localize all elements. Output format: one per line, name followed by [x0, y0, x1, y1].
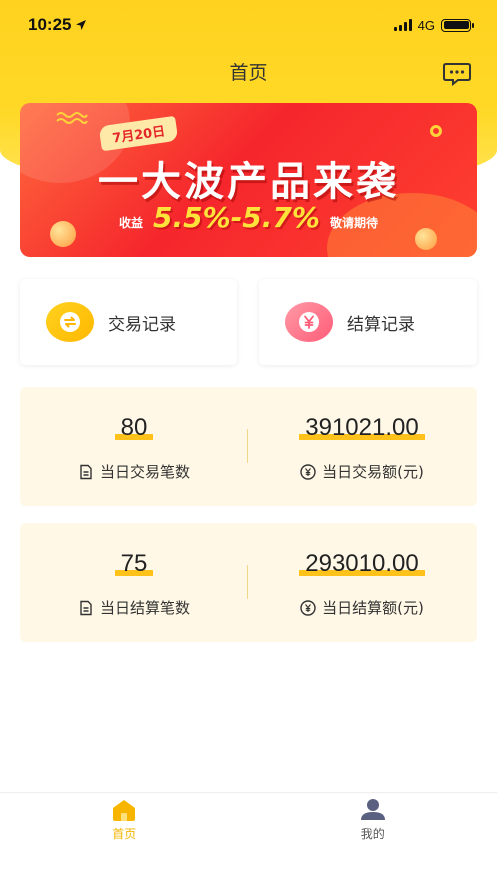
status-time: 10:25 [28, 15, 72, 34]
home-icon [113, 800, 136, 821]
banner-rate: 5.5%-5.7% [153, 201, 320, 234]
settlement-stats-panel: 75 当日结算笔数 293010.00 当日结算额(元) [20, 523, 477, 642]
network-type: 4G [417, 17, 435, 33]
banner-ring-decoration [430, 125, 442, 137]
yen-circle-icon [300, 599, 316, 616]
settlement-records-card[interactable]: 结算记录 [259, 279, 477, 365]
stat-caption: 当日交易额(元) [322, 463, 424, 481]
banner-stay-tuned: 敬请期待 [329, 216, 378, 230]
battery-icon [441, 18, 474, 32]
tab-me[interactable]: 我的 [249, 793, 497, 848]
transaction-records-label: 交易记录 [108, 314, 176, 335]
daily-transaction-amount: 391021.00 当日交易额(元) [248, 387, 476, 506]
promo-banner[interactable]: 7月20日 一大波产品来袭 收益 5.5%-5.7% 敬请期待 [20, 103, 477, 257]
tab-home[interactable]: 首页 [0, 793, 249, 848]
stat-value: 391021.00 [299, 414, 425, 442]
tab-me-label: 我的 [360, 827, 385, 841]
stat-caption: 当日交易笔数 [99, 463, 190, 481]
transaction-records-card[interactable]: 交易记录 [20, 279, 237, 365]
stat-value: 293010.00 [299, 550, 425, 578]
user-icon [360, 799, 385, 820]
banner-subline: 收益 5.5%-5.7% 敬请期待 [20, 201, 477, 234]
wave-decoration [56, 112, 88, 124]
document-icon [80, 464, 92, 479]
daily-transaction-count: 80 当日交易笔数 [20, 387, 248, 506]
page-title: 首页 [229, 62, 268, 84]
stat-value: 80 [114, 414, 154, 442]
exchange-icon [46, 302, 94, 342]
status-indicators: 4G [393, 17, 474, 33]
stat-value: 75 [114, 550, 154, 578]
stat-caption: 当日结算额(元) [322, 599, 424, 617]
document-icon [80, 600, 92, 615]
tab-home-label: 首页 [112, 827, 137, 841]
status-bar: 10:25 4G [0, 0, 497, 50]
settlement-records-label: 结算记录 [347, 314, 415, 335]
stat-caption: 当日结算笔数 [99, 599, 190, 617]
yen-icon [285, 302, 333, 342]
signal-icon [393, 19, 412, 31]
daily-settlement-count: 75 当日结算笔数 [20, 523, 248, 642]
yen-circle-icon [300, 463, 316, 480]
banner-headline: 一大波产品来袭 [98, 159, 399, 205]
bottom-tab-bar: 首页 我的 [0, 792, 497, 848]
daily-settlement-amount: 293010.00 当日结算额(元) [248, 523, 476, 642]
banner-yield-label: 收益 [119, 216, 144, 230]
location-arrow-icon [76, 20, 87, 30]
status-time-group: 10:25 [28, 15, 87, 35]
transaction-stats-panel: 80 当日交易笔数 391021.00 当日交易额(元) [20, 387, 477, 506]
message-icon[interactable] [443, 62, 471, 86]
